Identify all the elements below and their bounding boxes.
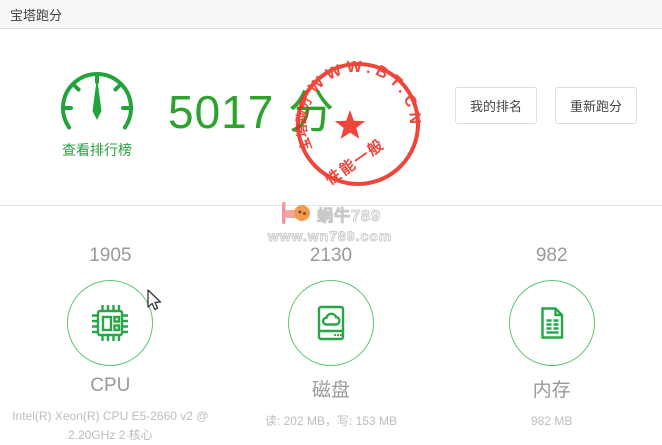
- cpu-chip-icon: [92, 305, 129, 341]
- gauge-needle: [92, 77, 102, 120]
- page-title: 宝塔跑分: [10, 7, 63, 23]
- speedometer-gauge-icon: [61, 72, 133, 130]
- score-value: 5017: [168, 86, 275, 138]
- bt-performance-stamp: 宝塔跑分 WWW.BT.CN 性能一般: [294, 59, 423, 189]
- disk-icon: [317, 305, 345, 341]
- rerun-benchmark-button[interactable]: 重新跑分: [555, 87, 637, 124]
- my-rank-button[interactable]: 我的排名: [455, 87, 537, 124]
- metric-memory: 982 内存 982 MB: [441, 245, 662, 444]
- cpu-detail: Intel(R) Xeon(R) CPU E5-2660 v2 @ 2.20GH…: [12, 409, 209, 442]
- watermark: 蜗牛789 www.wn789.com: [230, 201, 430, 245]
- watermark-url: www.wn789.com: [267, 228, 393, 245]
- cpu-circle: [67, 280, 154, 366]
- memory-score: 982: [535, 245, 568, 266]
- memory-detail: 982 MB: [531, 414, 573, 428]
- disk-label: 磁盘: [312, 380, 351, 401]
- metric-cpu: 1905 CPU Intel(R) Xeon(R) CPU E5-2660 v2…: [0, 245, 221, 444]
- disk-score: 2130: [309, 245, 353, 266]
- view-leaderboard-link[interactable]: 查看排行榜: [42, 140, 152, 160]
- stamp-site-text: WWW.BT.CN: [305, 59, 423, 129]
- section-divider: [0, 205, 662, 206]
- memory-label: 内存: [532, 380, 571, 401]
- cpu-score: 1905: [89, 245, 132, 266]
- disk-detail: 读: 202 MB，写: 153 MB: [264, 414, 398, 428]
- memory-icon: [540, 307, 563, 339]
- cpu-label: CPU: [90, 375, 131, 396]
- page-header: 宝塔跑分: [0, 0, 662, 29]
- gauge-block: 查看排行榜: [42, 64, 152, 160]
- memory-circle: [508, 280, 595, 366]
- stamp-star-icon: [334, 110, 366, 139]
- metrics-row: 1905 CPU Intel(R) Xeon(R) CPU E5-2660 v2…: [0, 245, 662, 444]
- benchmark-page: 宝塔跑分 查看排行榜 5017 分 宝塔跑分 WWW.BT.CN 性能一般 我的…: [0, 0, 662, 445]
- disk-circle: [288, 280, 374, 366]
- metric-disk: 2130 磁盘 读: 202 MB，写: 153 MB: [221, 245, 442, 444]
